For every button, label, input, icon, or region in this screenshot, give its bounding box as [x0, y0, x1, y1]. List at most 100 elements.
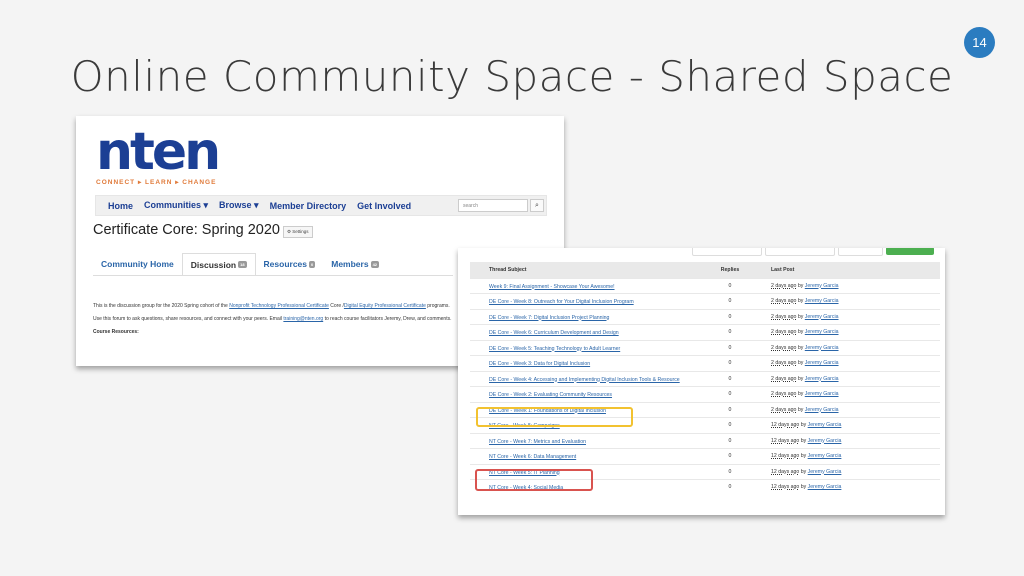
thread-link[interactable]: DE Core - Week 3: Data for Digital Inclu…: [489, 361, 590, 367]
search-input[interactable]: search: [458, 199, 528, 212]
author-link[interactable]: Jeremy Garcia: [805, 360, 839, 366]
last-post-cell: 12 days ago by Jeremy Garcia: [755, 417, 940, 433]
post-time: 2 days ago: [771, 360, 797, 366]
author-link[interactable]: Jeremy Garcia: [805, 283, 839, 289]
author-link[interactable]: Jeremy Garcia: [805, 314, 839, 320]
by-label: by: [797, 360, 804, 366]
post-time: 2 days ago: [771, 391, 797, 397]
nptc-link[interactable]: Nonprofit Technology Professional Certif…: [229, 303, 329, 309]
post-time: 12 days ago: [771, 484, 800, 490]
replies-count: 0: [705, 463, 755, 480]
by-label: by: [800, 422, 807, 428]
intro-text: Use this forum to ask questions, share r…: [93, 316, 284, 322]
thread-subject-cell: NT Core - Week 7: Metrics and Evaluation: [470, 432, 705, 449]
thread-link[interactable]: DE Core - Week 7: Digital Inclusion Proj…: [489, 315, 609, 321]
author-link[interactable]: Jeremy Garcia: [808, 484, 842, 490]
tab-label: Resources: [263, 259, 308, 269]
thread-subject-cell: NT Core - Week 6: Data Management: [470, 448, 705, 464]
post-time: 12 days ago: [771, 453, 800, 459]
post-time: 2 days ago: [771, 298, 797, 304]
author-link[interactable]: Jeremy Garcia: [805, 391, 839, 397]
thread-link[interactable]: Week 9: Final Assignment - Showcase Your…: [489, 284, 615, 290]
toolbar-button[interactable]: [838, 248, 883, 256]
thread-link[interactable]: DE Core - Week 2: Evaluating Community R…: [489, 392, 612, 398]
last-post-cell: 2 days ago by Jeremy Garcia: [755, 355, 940, 371]
nav-member-directory[interactable]: Member Directory: [270, 201, 347, 211]
replies-count: 0: [705, 355, 755, 371]
search-icon[interactable]: ⌕: [530, 199, 544, 212]
tab-discussion[interactable]: Discussion 18: [181, 253, 256, 275]
email-link[interactable]: training@nten.org: [283, 316, 323, 322]
count-badge: 18: [238, 261, 247, 268]
table-row: DE Core - Week 3: Data for Digital Inclu…: [470, 355, 940, 371]
tab-label: Discussion: [190, 259, 237, 270]
thread-subject-cell: DE Core - Week 4: Accessing and Implemen…: [470, 370, 705, 387]
table-row: DE Core - Week 2: Evaluating Community R…: [470, 386, 940, 402]
thread-link[interactable]: DE Core - Week 5: Teaching Technology to…: [489, 346, 620, 352]
toolbar: [692, 248, 934, 256]
by-label: by: [797, 298, 804, 304]
last-post-cell: 12 days ago by Jeremy Garcia: [755, 479, 940, 495]
table-row: DE Core - Week 4: Accessing and Implemen…: [470, 370, 940, 387]
author-link[interactable]: Jeremy Garcia: [805, 329, 839, 335]
thread-subject-cell: DE Core - Week 8: Outreach for Your Digi…: [470, 293, 705, 309]
author-link[interactable]: Jeremy Garcia: [805, 407, 839, 413]
toolbar-button[interactable]: [765, 248, 835, 256]
thread-subject-cell: DE Core - Week 3: Data for Digital Inclu…: [470, 355, 705, 371]
author-link[interactable]: Jeremy Garcia: [808, 453, 842, 459]
author-link[interactable]: Jeremy Garcia: [805, 376, 839, 382]
tab-resources[interactable]: Resources 0: [256, 253, 324, 275]
post-time: 2 days ago: [771, 313, 797, 320]
intro-text: to reach course facilitators Jeremy, Dre…: [323, 316, 452, 322]
new-thread-button[interactable]: [886, 248, 934, 255]
author-link[interactable]: Jeremy Garcia: [805, 345, 839, 351]
author-link[interactable]: Jeremy Garcia: [808, 422, 842, 428]
thread-subject-cell: DE Core - Week 7: Digital Inclusion Proj…: [470, 308, 705, 325]
post-time: 2 days ago: [771, 406, 797, 413]
replies-count: 0: [705, 401, 755, 418]
table-row: NT Core - Week 7: Metrics and Evaluation…: [470, 432, 940, 449]
replies-count: 0: [705, 293, 755, 309]
replies-count: 0: [705, 339, 755, 356]
post-time: 12 days ago: [771, 468, 800, 475]
replies-count: 0: [705, 324, 755, 340]
thread-link[interactable]: NT Core - Week 7: Metrics and Evaluation: [489, 439, 586, 445]
thread-subject-cell: DE Core - Week 2: Evaluating Community R…: [470, 386, 705, 402]
thread-link[interactable]: NT Core - Week 6: Data Management: [489, 454, 576, 460]
count-badge: 0: [309, 260, 316, 268]
highlight-box-yellow: [476, 407, 633, 427]
by-label: by: [800, 437, 807, 444]
community-tabs: Community Home Discussion 18 Resources 0 M…: [93, 253, 453, 276]
thread-link[interactable]: DE Core - Week 4: Accessing and Implemen…: [489, 377, 680, 383]
slide-title: Online Community Space - Shared Space: [70, 52, 954, 101]
last-post-cell: 2 days ago by Jeremy Garcia: [755, 277, 940, 294]
depc-link[interactable]: Digital Equity Professional Certificate: [344, 303, 426, 309]
count-badge: 42: [370, 260, 380, 268]
nav-communities[interactable]: Communities ▾: [144, 200, 208, 211]
col-replies: Replies: [705, 262, 755, 278]
thread-link[interactable]: DE Core - Week 6: Curriculum Development…: [489, 330, 619, 336]
tab-members[interactable]: Members 42: [323, 253, 387, 275]
nav-home[interactable]: Home: [108, 201, 133, 211]
last-post-cell: 12 days ago by Jeremy Garcia: [755, 432, 940, 449]
by-label: by: [797, 391, 804, 397]
table-row: DE Core - Week 5: Teaching Technology to…: [470, 339, 940, 356]
toolbar-button[interactable]: [692, 248, 762, 256]
col-subject: Thread Subject: [470, 262, 705, 278]
post-time: 12 days ago: [771, 422, 800, 428]
author-link[interactable]: Jeremy Garcia: [805, 298, 839, 304]
nav-browse[interactable]: Browse ▾: [219, 200, 259, 211]
nav-get-involved[interactable]: Get Involved: [357, 201, 411, 211]
settings-button[interactable]: ⚙ Settings: [283, 226, 313, 238]
tab-community-home[interactable]: Community Home: [93, 253, 182, 275]
by-label: by: [797, 375, 804, 382]
author-link[interactable]: Jeremy Garcia: [808, 469, 842, 475]
col-last-post: Last Post: [755, 262, 940, 278]
thread-link[interactable]: DE Core - Week 8: Outreach for Your Digi…: [489, 299, 634, 305]
table-row: Week 9: Final Assignment - Showcase Your…: [470, 277, 940, 294]
replies-count: 0: [705, 370, 755, 387]
table-row: DE Core - Week 6: Curriculum Development…: [470, 324, 940, 340]
tab-label: Members: [331, 259, 369, 269]
intro-text: programs.: [425, 303, 450, 309]
author-link[interactable]: Jeremy Garcia: [808, 438, 842, 444]
